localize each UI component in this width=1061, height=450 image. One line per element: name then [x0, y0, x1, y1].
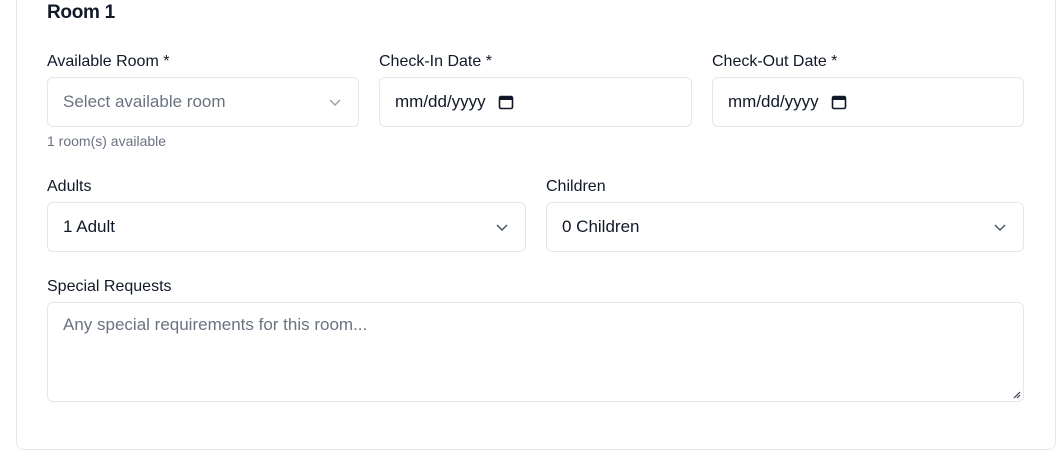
chevron-down-icon — [329, 99, 341, 107]
chevron-down-icon — [496, 224, 508, 232]
special-requests-label: Special Requests — [47, 278, 172, 295]
resize-handle-icon[interactable] — [1011, 389, 1021, 399]
adults-label: Adults — [47, 178, 92, 195]
special-requests-placeholder: Any special requirements for this room..… — [63, 315, 368, 334]
checkin-label: Check-In Date * — [379, 53, 492, 70]
chevron-down-icon — [994, 224, 1006, 232]
available-room-select[interactable]: Select available room — [47, 77, 359, 127]
checkin-date-value: mm/dd/yyyy — [395, 92, 486, 111]
available-room-label: Available Room * — [47, 53, 170, 70]
children-value: 0 Children — [562, 217, 640, 236]
room-title: Room 1 — [47, 2, 115, 23]
calendar-icon[interactable] — [831, 94, 847, 110]
adults-select[interactable]: 1 Adult — [47, 202, 526, 252]
calendar-icon[interactable] — [498, 94, 514, 110]
special-requests-textarea[interactable]: Any special requirements for this room..… — [47, 302, 1024, 402]
rooms-available-helper: 1 room(s) available — [47, 133, 167, 149]
checkout-label: Check-Out Date * — [712, 53, 838, 70]
adults-value: 1 Adult — [63, 217, 115, 236]
checkout-date-input[interactable]: mm/dd/yyyy — [712, 77, 1024, 127]
checkin-date-input[interactable]: mm/dd/yyyy — [379, 77, 692, 127]
children-label: Children — [546, 178, 606, 195]
checkout-date-value: mm/dd/yyyy — [728, 92, 819, 111]
children-select[interactable]: 0 Children — [546, 202, 1024, 252]
available-room-placeholder: Select available room — [63, 92, 226, 111]
